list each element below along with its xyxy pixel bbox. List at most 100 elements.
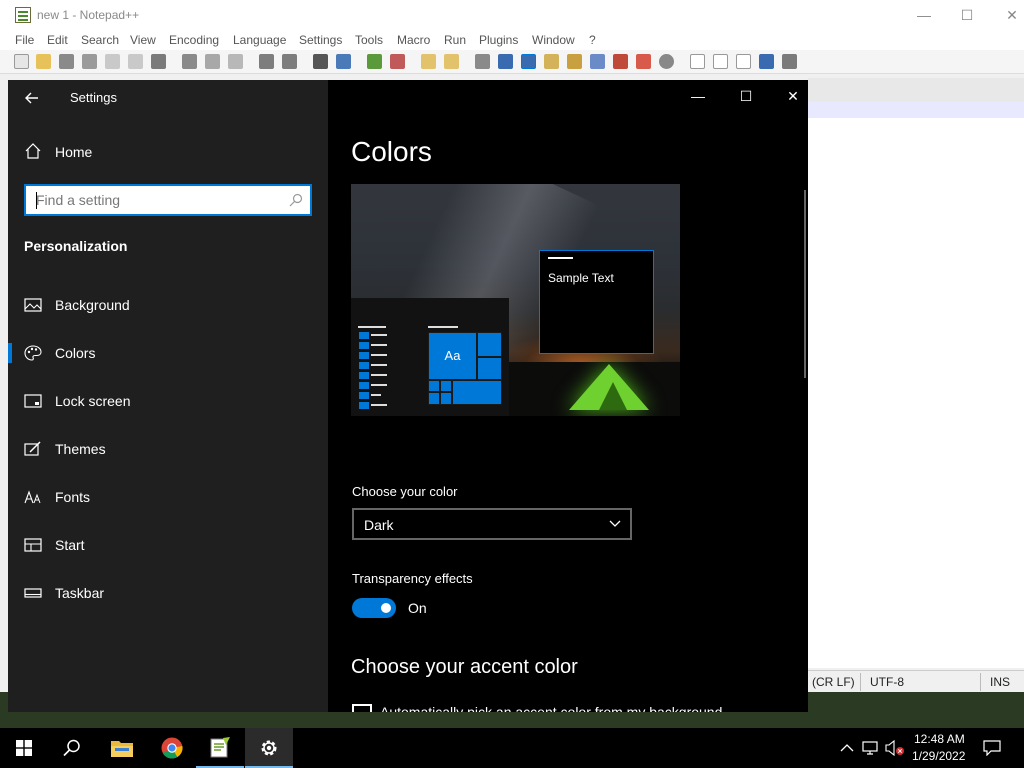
- run-macro-multiple-icon[interactable]: [759, 54, 774, 69]
- save-macro-icon[interactable]: [782, 54, 797, 69]
- taskbar-notepad-plus-plus[interactable]: [196, 728, 244, 768]
- start-button[interactable]: [0, 728, 48, 768]
- sidebar-item-label: Lock screen: [55, 393, 131, 409]
- notepad-toolbar: [0, 50, 1024, 74]
- network-icon[interactable]: [862, 740, 880, 756]
- sidebar-item-themes[interactable]: Themes: [8, 429, 328, 469]
- sidebar-item-start[interactable]: Start: [8, 525, 328, 565]
- undo-icon[interactable]: [259, 54, 274, 69]
- search-icon[interactable]: [289, 193, 303, 207]
- auto-accent-label: Automatically pick an accent color from …: [380, 704, 723, 712]
- show-all-characters-icon[interactable]: [498, 54, 513, 69]
- preview-start-row: [359, 392, 369, 399]
- sidebar-item-fonts[interactable]: Fonts: [8, 477, 328, 517]
- notepad-close-button[interactable]: ✕: [1002, 5, 1022, 25]
- menu-tools[interactable]: Tools: [355, 33, 383, 47]
- zoom-in-icon[interactable]: [367, 54, 382, 69]
- notepad-title: new 1 - Notepad++: [37, 8, 140, 22]
- menu-file[interactable]: File: [15, 33, 34, 47]
- find-icon[interactable]: [313, 54, 328, 69]
- choose-color-value: Dark: [364, 517, 394, 533]
- auto-accent-checkbox[interactable]: [352, 704, 372, 712]
- sidebar-item-label: Taskbar: [55, 585, 105, 601]
- menu-window[interactable]: Window: [532, 33, 575, 47]
- close-all-icon[interactable]: [128, 54, 143, 69]
- preview-tile: [440, 380, 452, 392]
- save-icon[interactable]: [59, 54, 74, 69]
- sidebar-item-home[interactable]: Home: [24, 141, 314, 165]
- zoom-out-icon[interactable]: [390, 54, 405, 69]
- menu-search[interactable]: Search: [81, 33, 119, 47]
- settings-sidebar: Settings Home Personalization Background: [8, 80, 328, 712]
- menu-edit[interactable]: Edit: [47, 33, 68, 47]
- sidebar-item-taskbar[interactable]: Taskbar: [8, 573, 328, 613]
- file-explorer-icon: [111, 741, 133, 757]
- open-file-icon[interactable]: [36, 54, 51, 69]
- volume-muted-icon[interactable]: [885, 740, 905, 756]
- settings-minimize-button[interactable]: —: [683, 85, 713, 109]
- menu-help[interactable]: ?: [589, 33, 596, 47]
- action-center-icon[interactable]: [983, 740, 1001, 756]
- current-line-highlight: [808, 102, 1024, 118]
- back-button[interactable]: [22, 88, 42, 108]
- menu-settings[interactable]: Settings: [299, 33, 342, 47]
- menu-language[interactable]: Language: [233, 33, 286, 47]
- sync-vertical-icon[interactable]: [421, 54, 436, 69]
- sidebar-item-lock-screen[interactable]: Lock screen: [8, 381, 328, 421]
- menu-plugins[interactable]: Plugins: [479, 33, 518, 47]
- menu-macro[interactable]: Macro: [397, 33, 430, 47]
- content-scrollbar[interactable]: [804, 190, 806, 378]
- preview-sample-text: Sample Text: [548, 271, 614, 285]
- notepad-minimize-button[interactable]: —: [914, 5, 934, 25]
- print-icon[interactable]: [151, 54, 166, 69]
- find-setting-input[interactable]: [36, 191, 276, 209]
- replace-icon[interactable]: [336, 54, 351, 69]
- find-setting-search-box[interactable]: [24, 184, 312, 216]
- indent-guide-icon[interactable]: [521, 54, 536, 69]
- word-wrap-icon[interactable]: [475, 54, 490, 69]
- preview-start-row: [359, 402, 369, 409]
- fonts-icon: [24, 490, 41, 504]
- record-macro-icon[interactable]: [690, 54, 705, 69]
- search-icon: [63, 739, 80, 757]
- chevron-up-icon[interactable]: [840, 743, 854, 753]
- taskbar-file-explorer[interactable]: [98, 728, 146, 768]
- folder-as-workspace-icon[interactable]: [613, 54, 628, 69]
- function-list-icon[interactable]: [590, 54, 605, 69]
- sidebar-item-colors[interactable]: Colors: [8, 333, 328, 373]
- new-file-icon[interactable]: [14, 54, 29, 69]
- paste-icon[interactable]: [228, 54, 243, 69]
- preview-tile: [477, 357, 502, 380]
- macro-icon[interactable]: [659, 54, 674, 69]
- settings-close-button[interactable]: ✕: [778, 85, 808, 109]
- taskbar-search-button[interactable]: [48, 728, 96, 768]
- stop-recording-icon[interactable]: [713, 54, 728, 69]
- cut-icon[interactable]: [182, 54, 197, 69]
- notepad-title-bar: new 1 - Notepad++ — ☐ ✕: [0, 0, 1024, 30]
- choose-color-dropdown[interactable]: Dark: [352, 508, 632, 540]
- preview-start-row: [359, 382, 369, 389]
- redo-icon[interactable]: [282, 54, 297, 69]
- preview-start-row: [359, 342, 369, 349]
- taskbar-chrome[interactable]: [148, 728, 196, 768]
- taskbar-settings[interactable]: [245, 728, 293, 768]
- document-map-icon[interactable]: [567, 54, 582, 69]
- close-file-icon[interactable]: [105, 54, 120, 69]
- sidebar-item-background[interactable]: Background: [8, 285, 328, 325]
- playback-macro-icon[interactable]: [736, 54, 751, 69]
- save-all-icon[interactable]: [82, 54, 97, 69]
- menu-encoding[interactable]: Encoding: [169, 33, 219, 47]
- settings-maximize-button[interactable]: ☐: [731, 85, 761, 109]
- sync-horizontal-icon[interactable]: [444, 54, 459, 69]
- taskbar-clock-date[interactable]: 1/29/2022: [912, 749, 965, 763]
- menu-run[interactable]: Run: [444, 33, 466, 47]
- notepad-editor[interactable]: [808, 102, 1024, 668]
- taskbar-clock-time[interactable]: 12:48 AM: [914, 732, 965, 746]
- transparency-toggle[interactable]: [352, 598, 396, 618]
- define-language-icon[interactable]: [544, 54, 559, 69]
- selection-indicator: [8, 343, 12, 363]
- copy-icon[interactable]: [205, 54, 220, 69]
- monitoring-icon[interactable]: [636, 54, 651, 69]
- menu-view[interactable]: View: [130, 33, 156, 47]
- notepad-maximize-button[interactable]: ☐: [957, 5, 977, 25]
